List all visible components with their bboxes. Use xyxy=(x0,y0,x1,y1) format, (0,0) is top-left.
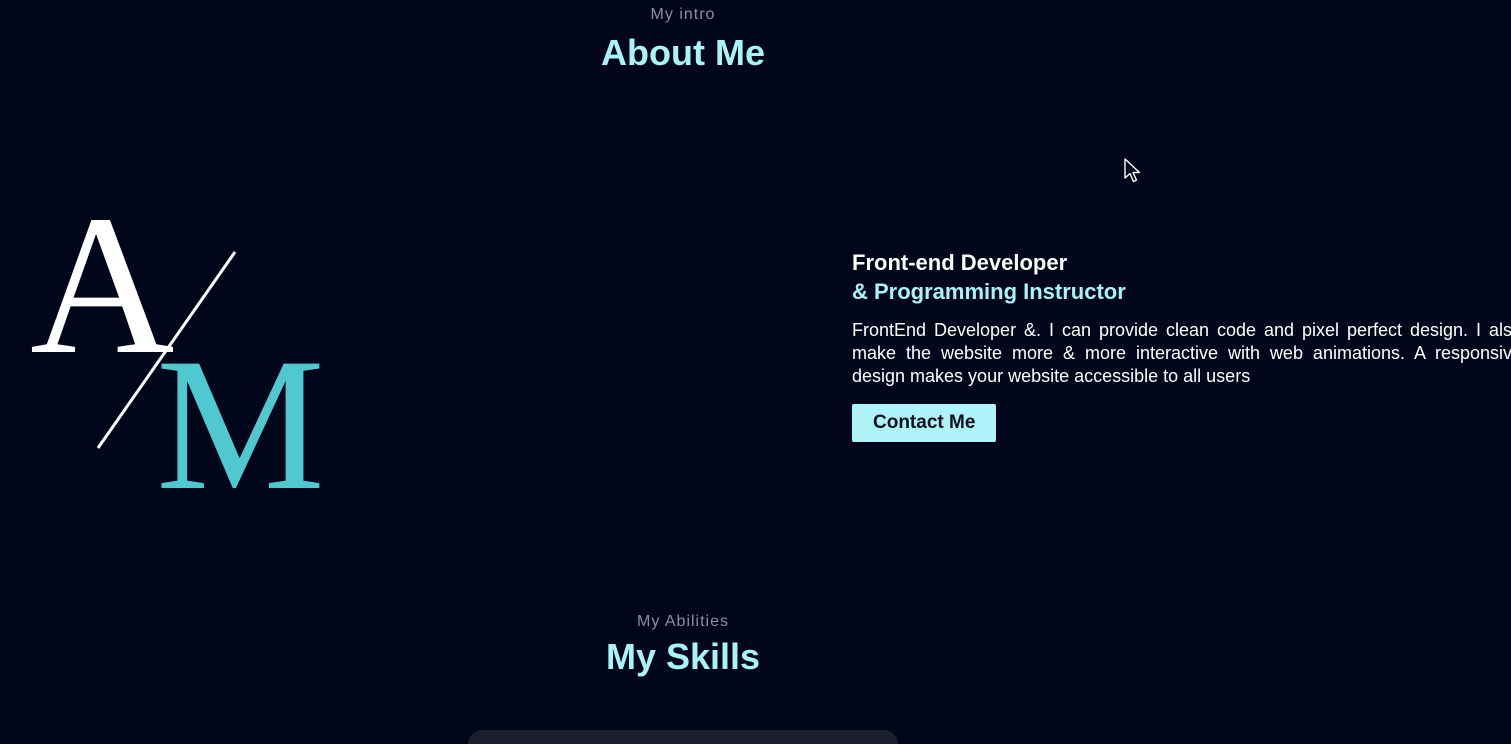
logo-letter-m: M xyxy=(156,320,325,500)
role-subtitle: & Programming Instructor xyxy=(852,279,1126,304)
portfolio-page: My intro About Me A M Front-end Develope… xyxy=(0,0,1511,744)
mouse-cursor-icon xyxy=(1124,158,1141,183)
contact-me-button[interactable]: Contact Me xyxy=(852,404,997,442)
am-monogram-logo: A M xyxy=(30,200,325,500)
about-subtitle: My intro xyxy=(650,6,716,23)
skills-title: My Skills xyxy=(605,636,761,677)
logo-letter-a: A xyxy=(30,200,174,396)
about-description: FrontEnd Developer &. I can provide clea… xyxy=(852,320,1511,386)
skills-subtitle: My Abilities xyxy=(636,613,730,630)
about-content: Front-end Developer & Programming Instru… xyxy=(852,248,1511,442)
skills-card xyxy=(468,730,898,744)
about-title: About Me xyxy=(601,32,765,73)
role-title: Front-end Developer xyxy=(852,250,1068,275)
